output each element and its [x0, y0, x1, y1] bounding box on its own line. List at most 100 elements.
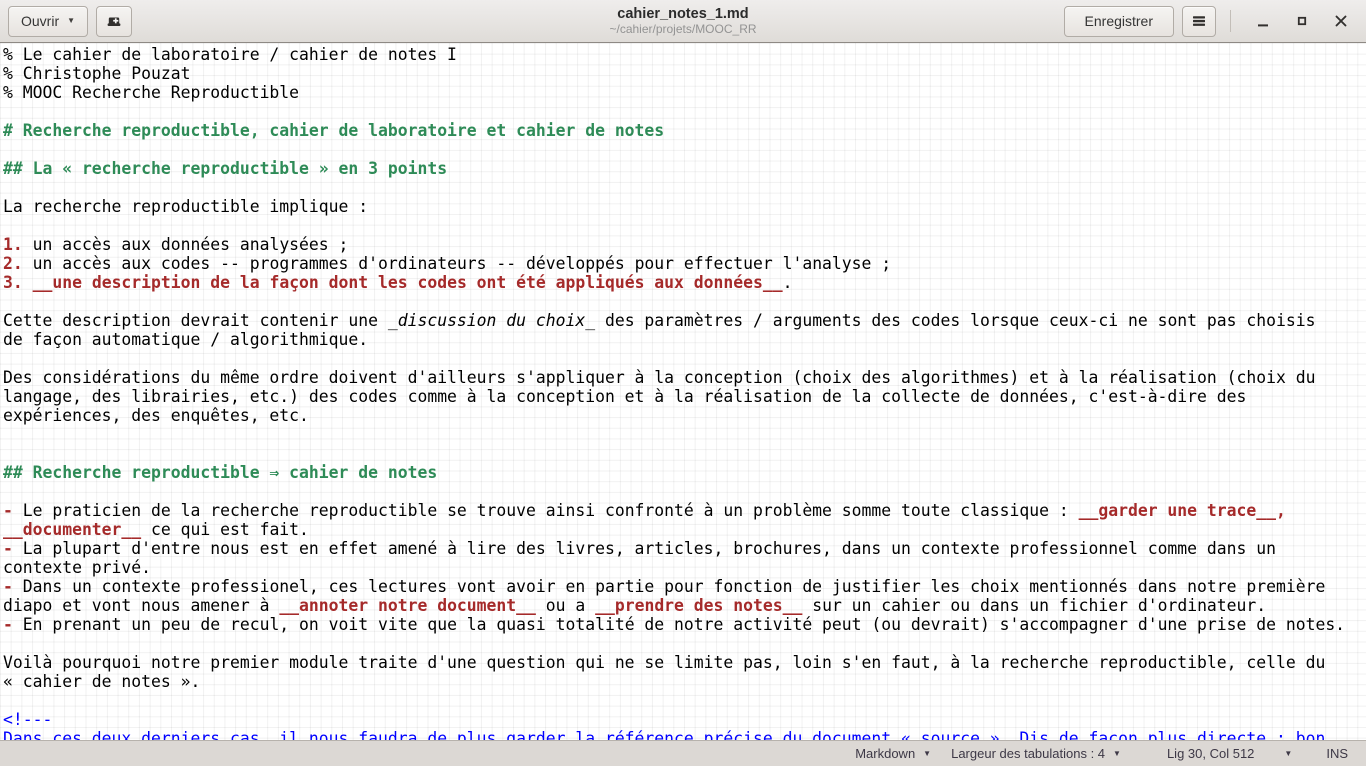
cursor-position-label: Lig 30, Col 512: [1167, 746, 1254, 761]
text-segment: des paramètres / arguments des codes lor…: [595, 311, 1315, 330]
text-segment: Voilà pourquoi notre premier module trai…: [3, 653, 1325, 672]
tab-width-label: Largeur des tabulations : 4: [951, 746, 1105, 761]
editor-line: de façon automatique / algorithmique.: [3, 330, 1366, 349]
editor-line: - En prenant un peu de recul, on voit vi…: [3, 615, 1366, 634]
editor-line: [3, 140, 1366, 159]
text-segment: <!---: [3, 710, 52, 729]
text-segment: sur un cahier ou dans un fichier d'ordin…: [802, 596, 1266, 615]
editor-line: [3, 634, 1366, 653]
editor-line: [3, 102, 1366, 121]
text-segment: __garder une trace__,: [1079, 501, 1286, 520]
text-segment: Dans ces deux derniers cas, il nous faud…: [3, 729, 1325, 740]
text-segment: # Recherche reproductible, cahier de lab…: [3, 121, 664, 140]
chevron-down-icon: ▼: [1284, 750, 1292, 758]
gedit-window: Ouvrir ▼ cahier_notes_1.md ~/cahier/proj…: [0, 0, 1366, 766]
editor-line: 1. un accès aux données analysées ;: [3, 235, 1366, 254]
text-segment: Le praticien de la recherche reproductib…: [13, 501, 1079, 520]
document-title: cahier_notes_1.md: [609, 6, 756, 23]
editor-line: ## Recherche reproductible ⇒ cahier de n…: [3, 463, 1366, 482]
text-segment: diapo et vont nous amener à: [3, 596, 279, 615]
open-button-label: Ouvrir: [21, 13, 59, 29]
editor-line: [3, 292, 1366, 311]
text-segment: % Le cahier de laboratoire / cahier de n…: [3, 45, 457, 64]
hamburger-menu-icon: [1191, 13, 1207, 29]
text-segment: -: [3, 577, 13, 596]
minimize-button[interactable]: [1250, 8, 1276, 34]
editor-line: [3, 691, 1366, 710]
headerbar-separator: [1230, 10, 1231, 32]
text-segment: .: [783, 273, 793, 292]
chevron-down-icon: ▼: [923, 750, 931, 758]
text-segment: 1.: [3, 235, 23, 254]
editor-line: % Christophe Pouzat: [3, 64, 1366, 83]
editor-line: % Le cahier de laboratoire / cahier de n…: [3, 45, 1366, 64]
text-segment: _discussion du choix_: [388, 311, 595, 330]
text-segment: ce qui est fait.: [141, 520, 309, 539]
chevron-down-icon: ▼: [1113, 750, 1121, 758]
text-segment: Des considérations du même ordre doivent…: [3, 368, 1315, 387]
save-button[interactable]: Enregistrer: [1064, 6, 1174, 37]
new-document-button[interactable]: [96, 6, 132, 37]
text-segment: 2.: [3, 254, 23, 273]
chevron-down-icon: ▼: [67, 17, 75, 25]
editor-line: Cette description devrait contenir une _…: [3, 311, 1366, 330]
editor-line: ## La « recherche reproductible » en 3 p…: [3, 159, 1366, 178]
text-segment: __prendre des notes__: [595, 596, 802, 615]
editor-line: - La plupart d'entre nous est en effet a…: [3, 539, 1366, 558]
text-segment: % Christophe Pouzat: [3, 64, 191, 83]
language-selector-label: Markdown: [855, 746, 915, 761]
editor-line: __documenter__ ce qui est fait.: [3, 520, 1366, 539]
text-segment: ## Recherche reproductible ⇒ cahier de n…: [3, 463, 437, 482]
editor-line: [3, 444, 1366, 463]
text-segment: Cette description devrait contenir une: [3, 311, 388, 330]
text-segment: -: [3, 615, 13, 634]
editor-line: - Le praticien de la recherche reproduct…: [3, 501, 1366, 520]
statusbar: Markdown ▼ Largeur des tabulations : 4 ▼…: [0, 740, 1366, 766]
editor-line: % MOOC Recherche Reproductible: [3, 83, 1366, 102]
editor-line: <!---: [3, 710, 1366, 729]
editor-line: [3, 482, 1366, 501]
editor-line: 3. __une description de la façon dont le…: [3, 273, 1366, 292]
headerbar: Ouvrir ▼ cahier_notes_1.md ~/cahier/proj…: [0, 0, 1366, 43]
editor-line: - Dans un contexte professionel, ces lec…: [3, 577, 1366, 596]
editor-line: langage, des librairies, etc.) des codes…: [3, 387, 1366, 406]
document-path: ~/cahier/projets/MOOC_RR: [609, 22, 756, 36]
close-icon: [1333, 13, 1349, 29]
editor-line: 2. un accès aux codes -- programmes d'or…: [3, 254, 1366, 273]
insert-mode-indicator: INS: [1326, 746, 1348, 761]
cursor-position-selector[interactable]: Lig 30, Col 512 ▼: [1167, 746, 1292, 761]
close-button[interactable]: [1328, 8, 1354, 34]
text-segment: « cahier de notes ».: [3, 672, 200, 691]
editor-line: contexte privé.: [3, 558, 1366, 577]
editor-line: # Recherche reproductible, cahier de lab…: [3, 121, 1366, 140]
editor-line: [3, 178, 1366, 197]
text-segment: un accès aux données analysées ;: [23, 235, 349, 254]
editor-line: expériences, des enquêtes, etc.: [3, 406, 1366, 425]
editor-line: Des considérations du même ordre doivent…: [3, 368, 1366, 387]
text-segment: un accès aux codes -- programmes d'ordin…: [23, 254, 891, 273]
text-segment: [23, 273, 33, 292]
headerbar-left: Ouvrir ▼: [8, 6, 132, 37]
text-segment: langage, des librairies, etc.) des codes…: [3, 387, 1246, 406]
editor-line: [3, 216, 1366, 235]
text-segment: -: [3, 501, 13, 520]
tab-width-selector[interactable]: Largeur des tabulations : 4 ▼: [951, 746, 1121, 761]
new-document-icon: [106, 13, 122, 29]
text-segment: __documenter__: [3, 520, 141, 539]
text-segment: Dans un contexte professionel, ces lectu…: [13, 577, 1325, 596]
editor-line: La recherche reproductible implique :: [3, 197, 1366, 216]
editor-line: « cahier de notes ».: [3, 672, 1366, 691]
menu-button[interactable]: [1182, 6, 1216, 37]
editor-line: [3, 349, 1366, 368]
text-segment: __annoter notre document__: [279, 596, 536, 615]
editor-area[interactable]: % Le cahier de laboratoire / cahier de n…: [0, 43, 1366, 740]
maximize-button[interactable]: [1289, 8, 1315, 34]
window-title-area: cahier_notes_1.md ~/cahier/projets/MOOC_…: [609, 6, 756, 36]
editor-line: Dans ces deux derniers cas, il nous faud…: [3, 729, 1366, 740]
text-segment: La recherche reproductible implique :: [3, 197, 368, 216]
open-button[interactable]: Ouvrir ▼: [8, 6, 88, 37]
editor-content: % Le cahier de laboratoire / cahier de n…: [3, 45, 1366, 740]
language-selector[interactable]: Markdown ▼: [855, 746, 931, 761]
editor-line: diapo et vont nous amener à __annoter no…: [3, 596, 1366, 615]
text-segment: 3.: [3, 273, 23, 292]
